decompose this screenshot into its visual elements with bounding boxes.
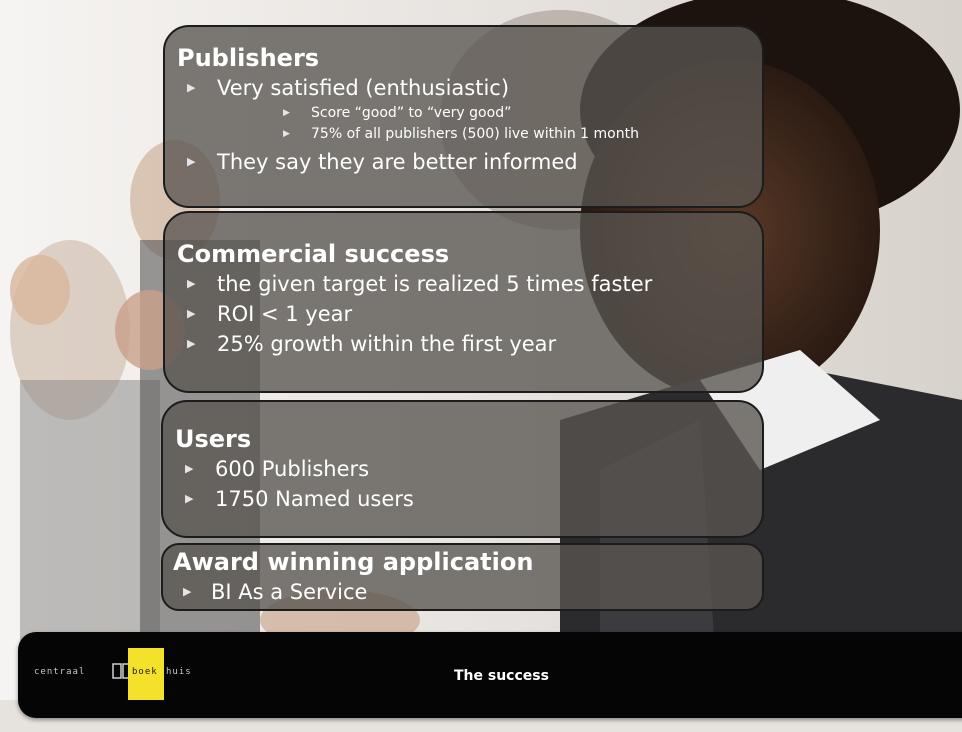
triangle-right-icon: ▶: [187, 277, 196, 290]
users-title: Users: [175, 425, 252, 453]
award-title: Award winning application: [173, 548, 534, 576]
list-item: ▶ BI As a Service: [173, 577, 762, 607]
triangle-right-icon: ▶: [185, 462, 194, 475]
triangle-right-icon: ▶: [187, 307, 196, 320]
triangle-right-icon: ▶: [187, 337, 196, 350]
footer-bar: centraal boek huis The success: [18, 632, 962, 718]
company-logo: centraal boek huis: [34, 648, 208, 700]
list-item: ▶ Score “good” to “very good”: [177, 103, 762, 124]
triangle-right-icon: ▶: [183, 585, 192, 598]
bullet-text: 25% growth within the first year: [217, 332, 557, 356]
triangle-right-icon: ▶: [187, 155, 196, 168]
logo-text-left: centraal: [34, 667, 86, 677]
logo-text-yellow: boek: [132, 667, 158, 677]
bullet-text: They say they are better informed: [217, 150, 578, 174]
award-panel: Award winning application ▶ BI As a Serv…: [161, 543, 764, 611]
triangle-right-icon: ▶: [187, 81, 196, 94]
bullet-text: Score “good” to “very good”: [311, 105, 512, 121]
slide-title: The success: [454, 668, 549, 684]
triangle-right-icon: ▶: [185, 492, 194, 505]
bullet-text: 1750 Named users: [215, 487, 414, 511]
publishers-title: Publishers: [177, 44, 320, 72]
bullet-text: 75% of all publishers (500) live within …: [311, 126, 639, 142]
commercial-title: Commercial success: [177, 240, 450, 268]
users-panel: Users ▶ 600 Publishers ▶ 1750 Named user…: [161, 400, 764, 538]
triangle-right-icon: ▶: [283, 108, 290, 118]
commercial-panel: Commercial success ▶ the given target is…: [163, 211, 764, 393]
bullet-text: the given target is realized 5 times fas…: [217, 272, 653, 296]
list-item: ▶ the given target is realized 5 times f…: [177, 269, 762, 299]
bullet-text: ROI < 1 year: [217, 302, 353, 326]
triangle-right-icon: ▶: [283, 129, 290, 139]
list-item: ▶ 25% growth within the first year: [177, 329, 762, 359]
list-item: ▶ 600 Publishers: [175, 454, 762, 484]
logo-text-right: huis: [166, 667, 192, 677]
bullet-text: 600 Publishers: [215, 457, 370, 481]
bullet-text: Very satisfied (enthusiastic): [217, 76, 510, 100]
list-item: ▶ 75% of all publishers (500) live withi…: [177, 124, 762, 145]
list-item: ▶ ROI < 1 year: [177, 299, 762, 329]
list-item: ▶ They say they are better informed: [177, 147, 762, 177]
list-item: ▶ Very satisfied (enthusiastic): [177, 73, 762, 103]
bullet-text: BI As a Service: [211, 580, 368, 604]
list-item: ▶ 1750 Named users: [175, 484, 762, 514]
publishers-panel: Publishers ▶ Very satisfied (enthusiasti…: [163, 25, 764, 208]
